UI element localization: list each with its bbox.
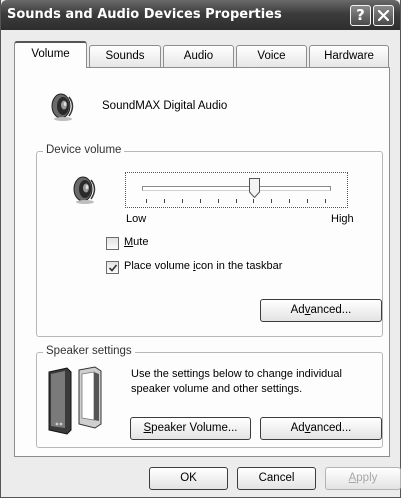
slider-tick bbox=[325, 199, 326, 203]
apply-button[interactable]: Apply bbox=[325, 467, 401, 490]
dialog-window: Sounds and Audio Devices Properties ? Vo… bbox=[0, 0, 401, 498]
slider-high-label: High bbox=[331, 213, 354, 225]
slider-low-label: Low bbox=[126, 213, 147, 225]
slider-ticks bbox=[146, 199, 329, 203]
slider-tick bbox=[218, 199, 219, 203]
volume-speaker-icon bbox=[73, 176, 96, 204]
tab-sounds[interactable]: Sounds bbox=[89, 45, 161, 67]
slider-tick bbox=[271, 199, 272, 203]
speaker-description-line2: speaker volume and other settings. bbox=[131, 383, 303, 395]
volume-slider[interactable] bbox=[125, 172, 348, 208]
tab-hardware[interactable]: Hardware bbox=[309, 45, 389, 67]
close-icon bbox=[378, 10, 389, 21]
tab-audio[interactable]: Audio bbox=[163, 45, 234, 67]
device-volume-label: Device volume bbox=[43, 144, 125, 156]
speaker-icon bbox=[51, 93, 74, 121]
slider-tick bbox=[307, 199, 308, 203]
volume-tab-panel: SoundMAX Digital Audio Device volume Low… bbox=[14, 67, 390, 457]
device-name: SoundMAX Digital Audio bbox=[102, 100, 228, 112]
slider-tick bbox=[182, 199, 183, 203]
speaker-volume-button[interactable]: Speaker Volume... bbox=[130, 417, 251, 440]
slider-thumb[interactable] bbox=[249, 178, 260, 198]
desktop-speakers-icon bbox=[48, 366, 102, 435]
window-title: Sounds and Audio Devices Properties bbox=[7, 7, 282, 22]
slider-track bbox=[142, 186, 331, 191]
slider-tick bbox=[289, 199, 290, 203]
place-icon-checkbox[interactable] bbox=[106, 261, 119, 274]
mute-label[interactable]: Mute bbox=[124, 236, 148, 248]
slider-tick bbox=[200, 199, 201, 203]
cancel-button[interactable]: Cancel bbox=[237, 467, 316, 490]
mute-checkbox[interactable] bbox=[106, 237, 119, 250]
tab-voice[interactable]: Voice bbox=[236, 45, 307, 67]
checkmark-icon bbox=[108, 264, 118, 272]
close-button[interactable] bbox=[373, 5, 394, 26]
speaker-advanced-button[interactable]: Advanced... bbox=[260, 417, 382, 440]
speaker-description-line1: Use the settings below to change individ… bbox=[131, 368, 342, 380]
device-advanced-button[interactable]: Advanced... bbox=[260, 299, 382, 322]
slider-tick bbox=[164, 199, 165, 203]
title-bar[interactable]: Sounds and Audio Devices Properties ? bbox=[1, 0, 400, 30]
speaker-settings-label: Speaker settings bbox=[43, 345, 135, 357]
ok-button[interactable]: OK bbox=[149, 467, 228, 490]
slider-tick bbox=[146, 199, 147, 203]
slider-tick bbox=[236, 199, 237, 203]
help-button[interactable]: ? bbox=[350, 5, 371, 26]
place-icon-label[interactable]: Place volume icon in the taskbar bbox=[124, 260, 282, 272]
slider-tick bbox=[253, 199, 254, 203]
tab-volume[interactable]: Volume bbox=[14, 41, 87, 68]
